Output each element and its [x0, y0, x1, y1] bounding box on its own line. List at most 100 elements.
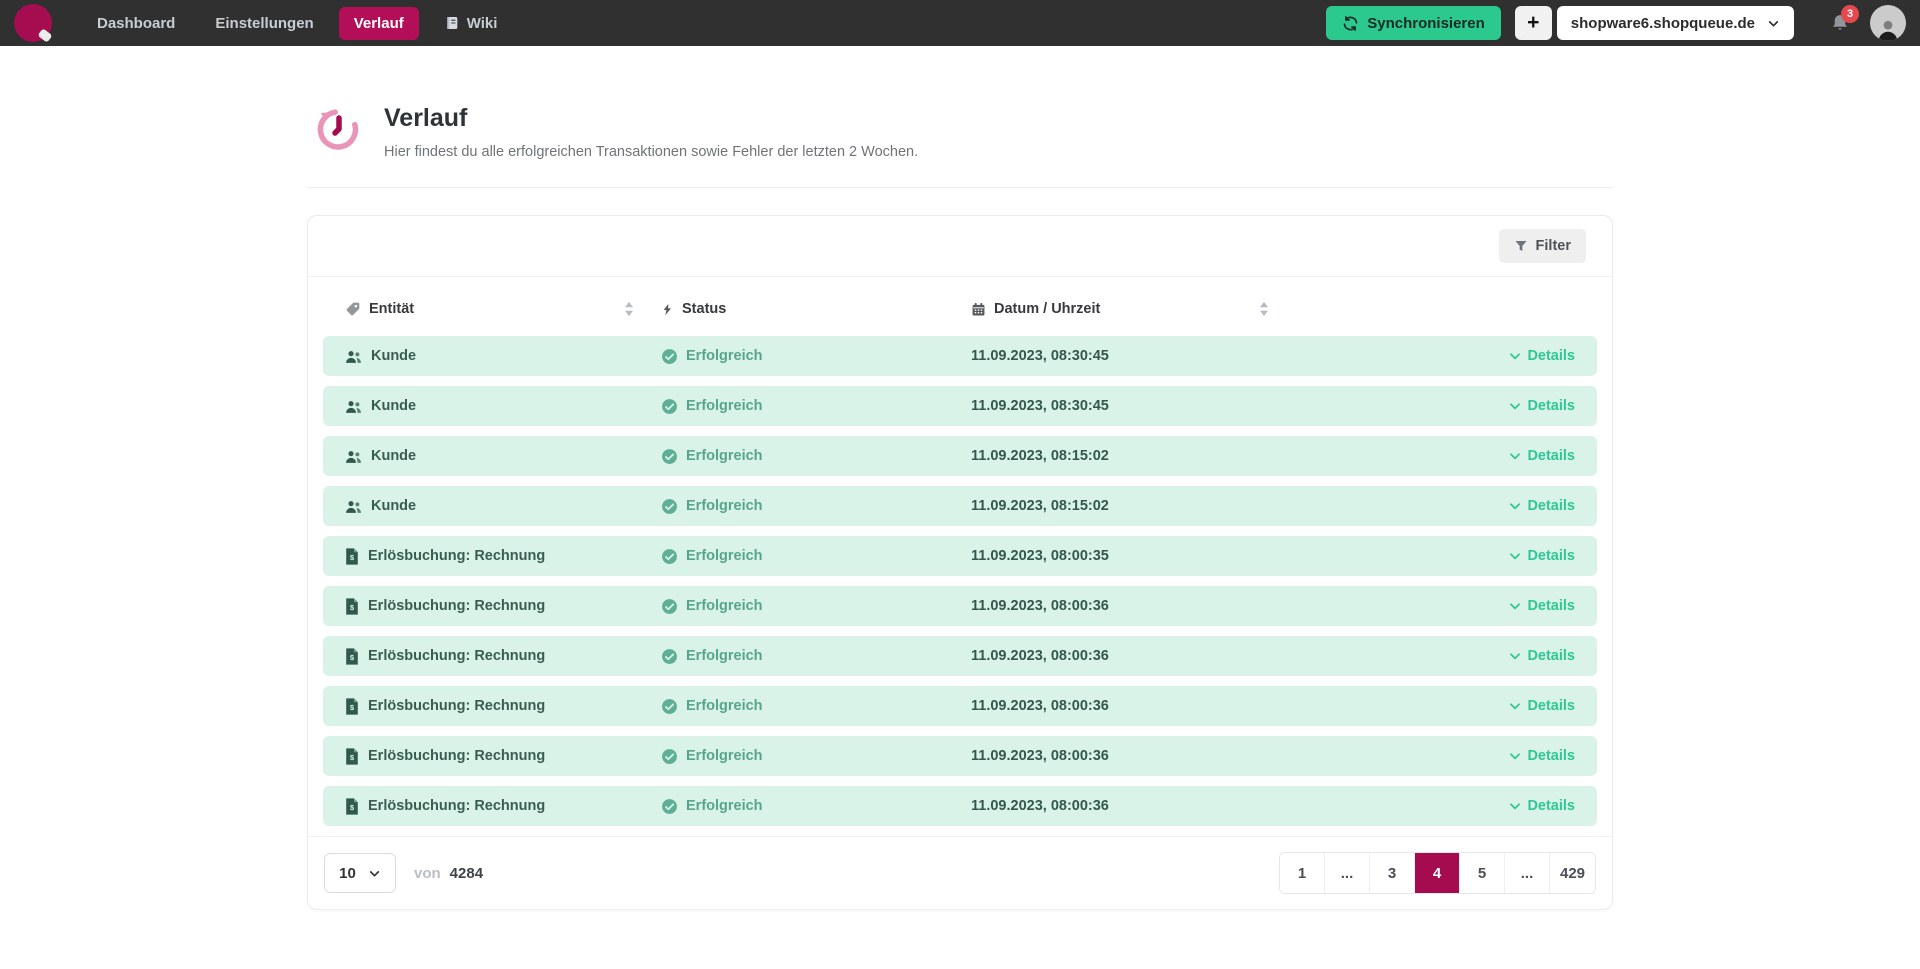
page-button[interactable]: 1 [1280, 853, 1325, 893]
table-row: $ Kunde Erfolgreich 11.09.2023, 08:15:02… [323, 486, 1597, 526]
page-button-active[interactable]: 4 [1415, 853, 1460, 893]
filter-button[interactable]: Filter [1499, 229, 1586, 263]
notifications-button[interactable]: 3 [1830, 13, 1850, 33]
table-row: $ Erlösbuchung: Rechnung Erfolgreich 11.… [323, 636, 1597, 676]
sort-entity-button[interactable] [623, 301, 661, 317]
table-header-row: Entität Status Datum / Uhrzeit [323, 287, 1597, 329]
header-divider [307, 187, 1613, 188]
details-button[interactable]: Details [1508, 798, 1575, 814]
entity-label: Erlösbuchung: Rechnung [368, 698, 545, 714]
pagination: 1...345...429 [1279, 852, 1596, 894]
details-button[interactable]: Details [1508, 398, 1575, 414]
invoice-icon: $ [345, 548, 359, 565]
entity-cell: $ Erlösbuchung: Rechnung [345, 698, 661, 715]
status-label: Erfolgreich [686, 648, 763, 664]
page-size-select[interactable]: 10 [324, 853, 396, 893]
entity-label: Kunde [371, 498, 416, 514]
funnel-icon [1514, 239, 1528, 253]
details-button[interactable]: Details [1508, 598, 1575, 614]
nav-item-dashboard[interactable]: Dashboard [82, 7, 190, 40]
details-label: Details [1527, 398, 1575, 414]
invoice-icon: $ [345, 798, 359, 815]
check-circle-icon [661, 748, 678, 765]
details-label: Details [1527, 748, 1575, 764]
nav-item-einstellungen[interactable]: Einstellungen [200, 7, 328, 40]
check-circle-icon [661, 348, 678, 365]
svg-text:$: $ [350, 802, 355, 811]
entity-cell: $ Erlösbuchung: Rechnung [345, 548, 661, 565]
add-shop-button[interactable]: + [1515, 6, 1552, 40]
details-label: Details [1527, 348, 1575, 364]
details-button[interactable]: Details [1508, 498, 1575, 514]
brand-logo[interactable] [14, 4, 52, 42]
details-label: Details [1527, 448, 1575, 464]
chevron-down-icon [1508, 449, 1522, 463]
book-icon [444, 15, 460, 31]
details-label: Details [1527, 648, 1575, 664]
nav-item-label: Einstellungen [215, 15, 313, 32]
chevron-down-icon [368, 867, 381, 880]
table-row: $ Erlösbuchung: Rechnung Erfolgreich 11.… [323, 586, 1597, 626]
page-button[interactable]: 429 [1550, 853, 1595, 893]
page-button[interactable]: 3 [1370, 853, 1415, 893]
table-row: $ Kunde Erfolgreich 11.09.2023, 08:15:02… [323, 436, 1597, 476]
check-circle-icon [661, 398, 678, 415]
invoice-icon: $ [345, 748, 359, 765]
users-icon [345, 499, 362, 514]
status-label: Erfolgreich [686, 698, 763, 714]
details-label: Details [1527, 498, 1575, 514]
page-header-text: Verlauf Hier findest du alle erfolgreich… [384, 104, 918, 160]
chevron-down-icon [1508, 499, 1522, 513]
synchronize-button[interactable]: Synchronisieren [1326, 6, 1501, 40]
nav-item-wiki[interactable]: Wiki [429, 7, 513, 40]
datetime-cell: 11.09.2023, 08:00:36 [971, 748, 1281, 764]
nav-item-verlauf[interactable]: Verlauf [339, 7, 419, 40]
chevron-down-icon [1767, 17, 1780, 30]
details-button[interactable]: Details [1508, 748, 1575, 764]
history-table: Entität Status Datum / Uhrzeit [308, 277, 1612, 826]
check-circle-icon [661, 698, 678, 715]
datetime-cell: 11.09.2023, 08:00:36 [971, 698, 1281, 714]
page-button[interactable]: ... [1505, 853, 1550, 893]
details-button[interactable]: Details [1508, 348, 1575, 364]
chevron-down-icon [1508, 349, 1522, 363]
nav-item-label: Wiki [467, 15, 498, 32]
status-label: Erfolgreich [686, 598, 763, 614]
entity-cell: $ Erlösbuchung: Rechnung [345, 648, 661, 665]
datetime-cell: 11.09.2023, 08:00:36 [971, 598, 1281, 614]
svg-text:$: $ [350, 552, 355, 561]
entity-cell: $ Kunde [345, 398, 661, 414]
notification-badge: 3 [1841, 5, 1859, 23]
datetime-cell: 11.09.2023, 08:30:45 [971, 398, 1281, 414]
table-row: $ Erlösbuchung: Rechnung Erfolgreich 11.… [323, 736, 1597, 776]
status-label: Erfolgreich [686, 398, 763, 414]
check-circle-icon [661, 548, 678, 565]
status-cell: Erfolgreich [661, 648, 971, 665]
status-label: Erfolgreich [686, 548, 763, 564]
page-button[interactable]: ... [1325, 853, 1370, 893]
details-button[interactable]: Details [1508, 548, 1575, 564]
shop-selector-dropdown[interactable]: shopware6.shopqueue.de [1557, 6, 1794, 40]
svg-text:$: $ [350, 652, 355, 661]
page-size-value: 10 [339, 865, 356, 882]
status-cell: Erfolgreich [661, 448, 971, 465]
synchronize-label: Synchronisieren [1367, 15, 1485, 32]
status-cell: Erfolgreich [661, 598, 971, 615]
invoice-icon: $ [345, 598, 359, 615]
details-label: Details [1527, 698, 1575, 714]
sort-datetime-button[interactable] [1258, 301, 1298, 317]
page-button[interactable]: 5 [1460, 853, 1505, 893]
users-icon [345, 449, 362, 464]
column-header-label: Entität [369, 301, 414, 317]
details-button[interactable]: Details [1508, 698, 1575, 714]
svg-text:$: $ [350, 752, 355, 761]
details-button[interactable]: Details [1508, 648, 1575, 664]
details-button[interactable]: Details [1508, 448, 1575, 464]
datetime-cell: 11.09.2023, 08:00:36 [971, 648, 1281, 664]
bolt-icon [661, 302, 674, 317]
status-cell: Erfolgreich [661, 348, 971, 365]
nav-item-label: Verlauf [354, 15, 404, 32]
history-card: Filter Entität Status [307, 215, 1613, 910]
user-avatar[interactable] [1870, 5, 1906, 41]
shop-selector-value: shopware6.shopqueue.de [1571, 15, 1755, 32]
